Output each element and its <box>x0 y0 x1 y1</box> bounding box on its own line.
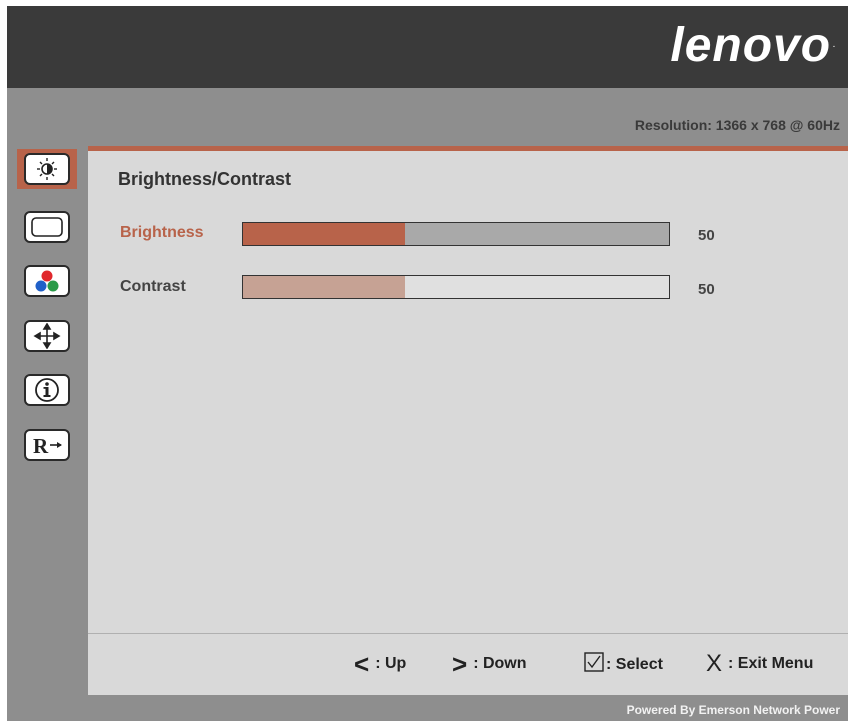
section-title: Brightness/Contrast <box>118 169 292 189</box>
lenovo-logo: lenovo. <box>670 19 836 72</box>
checkbox-icon <box>584 652 604 677</box>
move-arrows-icon <box>24 320 70 352</box>
info-icon <box>24 374 70 406</box>
sidebar-item-color[interactable] <box>17 261 77 301</box>
screen-frame-icon <box>24 211 70 243</box>
contrast-label[interactable]: Contrast <box>120 278 186 296</box>
brightness-slider[interactable] <box>242 222 670 246</box>
brightness-slider-fill <box>243 223 405 245</box>
hint-down[interactable]: > : Down <box>452 649 527 679</box>
hint-up[interactable]: < : Up <box>354 649 406 679</box>
up-key-icon: < <box>354 649 370 679</box>
reset-icon: R <box>24 429 70 461</box>
brightness-value: 50 <box>698 227 715 244</box>
svg-text:R: R <box>33 434 49 458</box>
osd-menu: lenovo. Resolution: 1366 x 768 @ 60Hz R … <box>0 0 848 721</box>
exit-key-icon: X <box>706 650 723 677</box>
sidebar-item-image-properties[interactable] <box>17 207 77 247</box>
hint-exit[interactable]: X : Exit Menu <box>706 652 813 676</box>
brightness-label[interactable]: Brightness <box>120 224 204 242</box>
sidebar-item-information[interactable] <box>17 370 77 410</box>
sun-icon <box>24 153 70 185</box>
contrast-slider-fill <box>243 276 405 298</box>
contrast-value: 50 <box>698 281 715 298</box>
contrast-slider[interactable] <box>242 275 670 299</box>
content-panel: Brightness/Contrast Brightness 50 Contra… <box>88 146 848 633</box>
header-bar: lenovo. <box>7 6 848 88</box>
color-dots-icon <box>24 265 70 297</box>
powered-by-credit: Powered By Emerson Network Power <box>626 703 840 717</box>
sidebar-item-position[interactable] <box>17 316 77 356</box>
down-key-icon: > <box>452 649 468 679</box>
osd-frame: lenovo. Resolution: 1366 x 768 @ 60Hz R … <box>7 6 848 721</box>
resolution-status: Resolution: 1366 x 768 @ 60Hz <box>634 117 840 133</box>
hint-select[interactable]: : Select <box>584 652 663 677</box>
sidebar-item-brightness-contrast[interactable] <box>17 149 77 189</box>
footer-hints: < : Up > : Down : Select X : Exit Menu <box>88 633 848 695</box>
sidebar-item-reset[interactable]: R <box>17 425 77 465</box>
